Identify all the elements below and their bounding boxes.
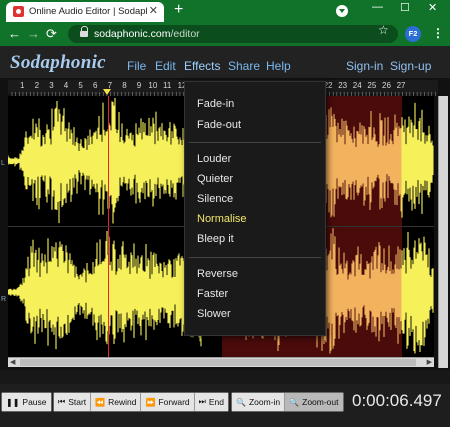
zoom-in-label: Zoom-in (248, 397, 281, 407)
menu-item-slower[interactable]: Slower (197, 308, 231, 320)
lock-icon (80, 26, 88, 37)
minimize-button[interactable]: — (372, 1, 383, 13)
fast-forward-icon: ⏩ (145, 397, 156, 407)
rewind-icon: ⏪ (95, 397, 106, 407)
url-path: /editor (170, 28, 200, 40)
forward-label: Forward (158, 397, 190, 407)
forward-button[interactable]: ⏩ Forward (141, 393, 195, 411)
menu-item-quieter[interactable]: Quieter (197, 173, 233, 185)
ruler-tick-label: 6 (93, 81, 98, 90)
transport-toolbar: ❚❚ Pause ⏮ Start ⏪ Rewind ⏩ Forward ⏭ End 🔍 Zo… (0, 370, 450, 427)
menu-item-fade-in[interactable]: Fade-in (197, 98, 234, 110)
horizontal-scrollbar[interactable]: ◀ ▶ (8, 357, 434, 367)
timecode-display: 0:00:06.497 (352, 391, 442, 410)
menu-help[interactable]: Help (266, 59, 291, 73)
rewind-button[interactable]: ⏪ Rewind (91, 393, 142, 411)
menu-share[interactable]: Share (228, 59, 260, 73)
ruler-tick-label: 26 (382, 81, 391, 90)
ruler-tick-label: 2 (34, 81, 40, 90)
back-button[interactable]: ← (8, 26, 21, 41)
browser-titlebar: Online Audio Editor | Sodaphonic ✕ + — ☐… (0, 0, 450, 22)
ruler-tick-label: 1 (20, 81, 25, 90)
pause-icon: ❚❚ (6, 397, 20, 407)
menu-item-bleep-it[interactable]: Bleep it (197, 233, 234, 245)
menu-separator (189, 142, 321, 143)
start-button[interactable]: ⏮ Start (54, 393, 92, 411)
app-header: Sodaphonic File Edit Effects Share Help … (0, 46, 450, 78)
zoom-in-button[interactable]: 🔍 Zoom-in (232, 393, 286, 411)
navigation-group: ⏮ Start ⏪ Rewind ⏩ Forward ⏭ End (53, 392, 229, 412)
playhead-line (108, 227, 109, 357)
ruler-tick-label: 4 (63, 81, 69, 90)
vertical-scrollbar[interactable] (438, 96, 448, 368)
url-host: sodaphonic.com (94, 28, 171, 40)
ruler-tick-label: 24 (352, 81, 362, 90)
tab-title: Online Audio Editor | Sodaphonic (29, 6, 147, 17)
start-label: Start (68, 397, 87, 407)
ruler-tick-label: 23 (338, 81, 348, 90)
bookmark-star-icon[interactable]: ☆ (378, 23, 389, 37)
playhead-marker-icon[interactable] (103, 89, 111, 95)
ruler-tick-label: 5 (78, 81, 83, 90)
channel-label-left: L (1, 160, 5, 167)
menu-edit[interactable]: Edit (155, 59, 176, 73)
menu-item-normalise[interactable]: Normalise (197, 213, 247, 225)
menu-item-reverse[interactable]: Reverse (197, 268, 238, 280)
zoom-out-icon: 🔍 (289, 397, 300, 407)
scroll-left-icon[interactable]: ◀ (10, 358, 15, 366)
favicon-icon (13, 6, 24, 17)
pause-label: Pause (22, 397, 47, 407)
end-button[interactable]: ⏭ End (194, 393, 228, 411)
sign-up-link[interactable]: Sign-up (390, 59, 431, 73)
new-tab-button[interactable]: + (174, 1, 183, 19)
pause-group: ❚❚ Pause (1, 392, 52, 412)
effects-dropdown: Fade-in Fade-out Louder Quieter Silence … (184, 81, 326, 336)
zoom-in-icon: 🔍 (236, 397, 246, 407)
forward-button[interactable]: → (27, 26, 40, 41)
zoom-out-label: Zoom-out (302, 397, 339, 407)
ruler-tick-label: 3 (49, 81, 54, 90)
pause-button[interactable]: ❚❚ Pause (2, 393, 51, 411)
download-icon[interactable] (336, 5, 348, 17)
zoom-group: 🔍 Zoom-in 🔍 Zoom-out (231, 392, 344, 412)
app-logo[interactable]: Sodaphonic (10, 52, 106, 74)
channel-label-right: R (1, 296, 7, 303)
url-text[interactable]: sodaphonic.com/editor (94, 28, 200, 40)
browser-toolbar: ← → ⟳ sodaphonic.com/editor ☆ F2 ⋮ (0, 22, 450, 46)
reload-button[interactable]: ⟳ (46, 26, 57, 42)
end-label: End (208, 397, 224, 407)
menu-file[interactable]: File (127, 59, 146, 73)
profile-avatar[interactable]: F2 (405, 26, 421, 42)
tab-close-icon[interactable]: ✕ (149, 4, 158, 17)
rewind-label: Rewind (108, 397, 137, 407)
sign-in-link[interactable]: Sign-in (346, 59, 383, 73)
ruler-tick-label: 11 (163, 81, 172, 90)
ruler-tick-label: 9 (136, 81, 142, 90)
address-bar[interactable]: sodaphonic.com/editor (68, 25, 398, 43)
scroll-right-icon[interactable]: ▶ (427, 358, 432, 366)
ruler-tick-label: 27 (396, 81, 406, 90)
skip-start-icon: ⏮ (58, 397, 66, 406)
ruler-tick-label: 10 (148, 81, 158, 90)
menu-item-louder[interactable]: Louder (197, 153, 231, 165)
scrollbar-thumb[interactable] (20, 359, 416, 366)
playhead-line (108, 96, 109, 226)
menu-item-faster[interactable]: Faster (197, 288, 228, 300)
zoom-out-button[interactable]: 🔍 Zoom-out (285, 393, 343, 411)
menu-item-silence[interactable]: Silence (197, 193, 233, 205)
menu-item-fade-out[interactable]: Fade-out (197, 119, 241, 131)
menu-separator (189, 257, 321, 258)
toolbar-strip (0, 370, 450, 384)
ruler-tick-label: 8 (122, 81, 127, 90)
ruler-tick-label: 25 (367, 81, 377, 90)
close-window-button[interactable]: ✕ (428, 1, 437, 14)
skip-end-icon: ⏭ (198, 397, 206, 406)
menu-effects[interactable]: Effects (184, 59, 220, 73)
browser-menu-icon[interactable]: ⋮ (432, 26, 444, 40)
browser-tab[interactable]: Online Audio Editor | Sodaphonic ✕ (6, 2, 164, 22)
maximize-button[interactable]: ☐ (400, 1, 410, 14)
